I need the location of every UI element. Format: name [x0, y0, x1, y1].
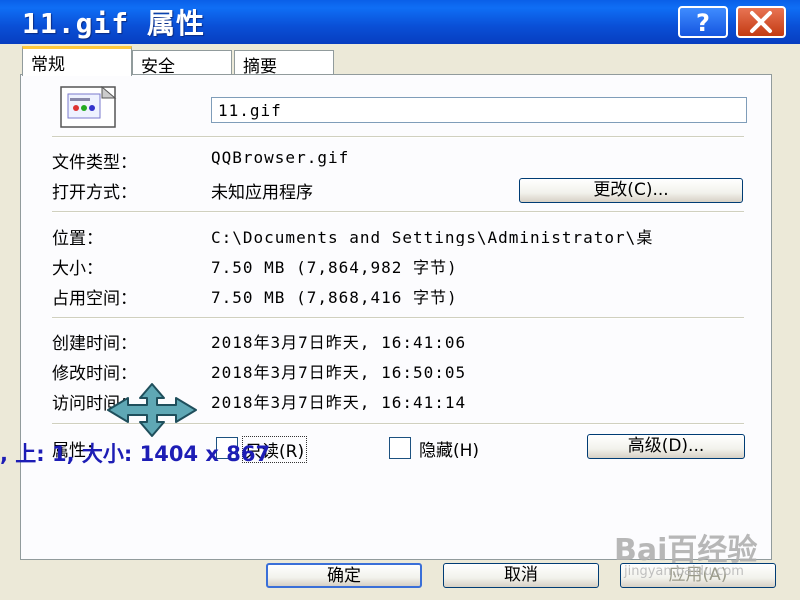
move-cursor-icon [107, 383, 197, 437]
title-bar[interactable]: 11.gif 属性 ? [0, 0, 800, 44]
baidu-watermark-url: jingyan.baidu.com [624, 564, 744, 579]
tab-label: 常规 [31, 55, 65, 75]
gif-file-icon [60, 86, 117, 128]
modified-label: 修改时间： [52, 364, 137, 384]
file-type-label: 文件类型： [52, 153, 137, 173]
location-label: 位置： [52, 229, 103, 249]
svg-text:?: ? [696, 9, 710, 36]
advanced-button[interactable]: 高级(D)... [587, 434, 745, 459]
hidden-checkbox[interactable] [389, 437, 411, 459]
close-button[interactable] [736, 6, 786, 38]
size-value: 7.50 MB (7,864,982 字节) [211, 258, 458, 277]
file-type-value: QQBrowser.gif [211, 148, 350, 167]
help-button[interactable]: ? [678, 6, 728, 38]
location-value: C:\Documents and Settings\Administrator\… [211, 228, 654, 246]
opens-with-value: 未知应用程序 [211, 183, 313, 203]
disk-size-label: 占用空间： [52, 289, 137, 309]
screenshot-info-text: , 上: 1, 大小: 1404 x 867 [0, 442, 271, 466]
modified-value: 2018年3月7日昨天, 16:50:05 [211, 363, 467, 382]
location-value-clip: C:\Documents and Settings\Administrator\… [211, 224, 753, 246]
ok-button-label: 确定 [327, 566, 361, 586]
change-button-label: 更改(C)... [593, 180, 669, 200]
question-icon: ? [696, 9, 710, 36]
created-label: 创建时间： [52, 334, 137, 354]
opens-with-label: 打开方式： [52, 183, 137, 203]
hidden-label: 隐藏(H) [419, 441, 480, 461]
baidu-watermark-logo: Bai百经验 [614, 533, 758, 568]
window-title: 11.gif 属性 [22, 7, 206, 40]
accessed-value: 2018年3月7日昨天, 16:41:14 [211, 393, 467, 412]
created-value: 2018年3月7日昨天, 16:41:06 [211, 333, 467, 352]
change-button[interactable]: 更改(C)... [519, 178, 743, 203]
separator [52, 136, 744, 138]
size-label: 大小： [52, 259, 103, 279]
separator [52, 211, 744, 213]
close-icon [750, 11, 772, 33]
disk-size-value: 7.50 MB (7,868,416 字节) [211, 288, 458, 307]
file-name-input[interactable] [211, 97, 747, 123]
tab-general[interactable]: 常规 [22, 46, 132, 76]
cancel-button-label: 取消 [504, 565, 538, 585]
ok-button[interactable]: 确定 [266, 563, 422, 588]
tab-summary[interactable]: 摘要 [234, 50, 334, 77]
cancel-button[interactable]: 取消 [443, 563, 599, 588]
advanced-button-label: 高级(D)... [627, 436, 705, 456]
separator [52, 317, 744, 319]
tab-security[interactable]: 安全 [132, 50, 232, 77]
